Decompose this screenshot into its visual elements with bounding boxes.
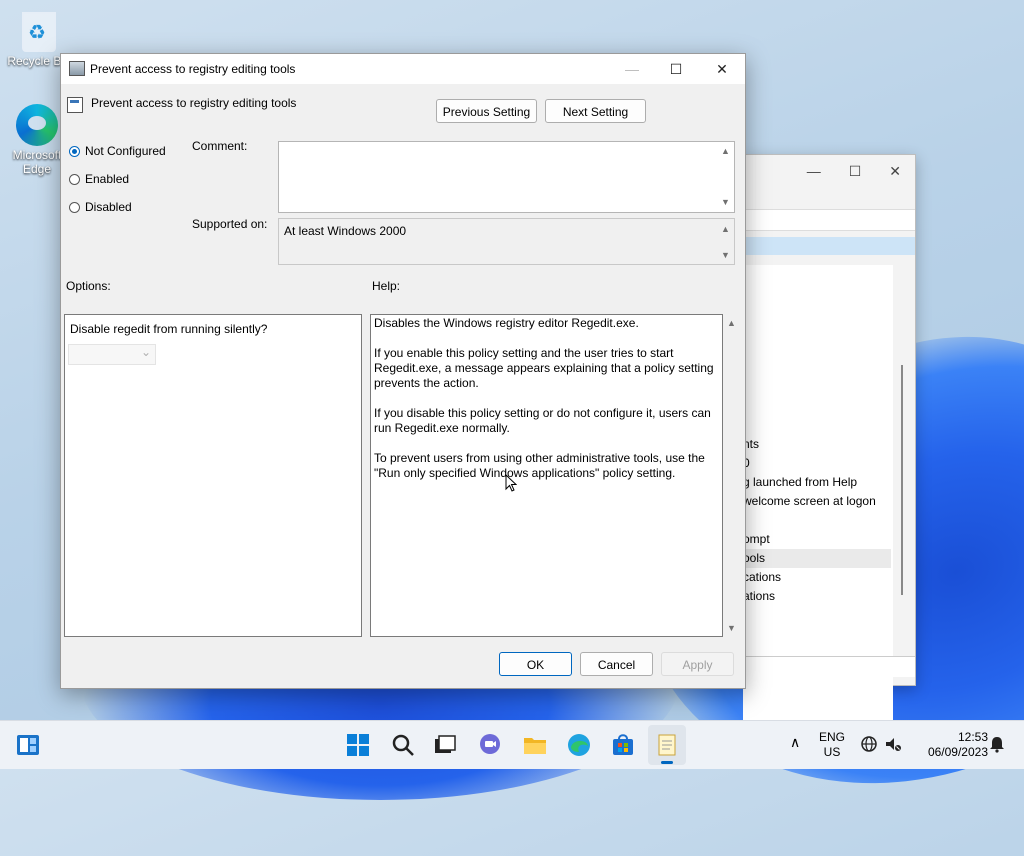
- background-window-statusbar: [743, 656, 915, 677]
- edge-taskbar-icon[interactable]: [567, 733, 591, 757]
- maximize-button[interactable]: ☐: [653, 54, 699, 84]
- radio-disabled[interactable]: Disabled: [69, 200, 132, 214]
- chat-icon[interactable]: [478, 733, 502, 757]
- supported-on-field: At least Windows 2000: [278, 218, 735, 265]
- close-icon[interactable]: ✕: [889, 163, 901, 180]
- network-icon[interactable]: [860, 735, 878, 757]
- supported-on-value: At least Windows 2000: [284, 224, 407, 238]
- minimize-icon[interactable]: —: [807, 163, 821, 179]
- radio-label: Disabled: [85, 200, 132, 214]
- help-paragraph: If you disable this policy setting or do…: [374, 406, 711, 435]
- dialog-title: Prevent access to registry editing tools: [90, 62, 296, 76]
- help-label: Help:: [372, 279, 401, 293]
- radio-label: Not Configured: [85, 144, 166, 158]
- cancel-button[interactable]: Cancel: [580, 652, 653, 676]
- active-indicator: [661, 761, 673, 764]
- widgets-icon[interactable]: [16, 733, 40, 757]
- notepad-icon: [655, 733, 679, 757]
- help-scroll-up-icon[interactable]: ▲: [727, 318, 736, 328]
- scroll-up-icon[interactable]: ▲: [721, 224, 730, 234]
- notepad-taskbar-button[interactable]: [648, 725, 686, 765]
- radio-label: Enabled: [85, 172, 130, 186]
- next-setting-button[interactable]: Next Setting: [545, 99, 646, 123]
- start-icon[interactable]: [346, 733, 370, 757]
- clock-time: 12:53: [957, 730, 988, 744]
- apply-button[interactable]: Apply: [661, 652, 734, 676]
- language-indicator[interactable]: ENG US: [814, 730, 850, 760]
- ok-button[interactable]: OK: [499, 652, 572, 676]
- policy-setting-icon: [67, 97, 83, 113]
- volume-muted-icon[interactable]: [884, 735, 902, 757]
- comment-field[interactable]: [278, 141, 735, 213]
- options-label: Options:: [66, 279, 111, 293]
- radio-indicator: [69, 173, 80, 185]
- taskbar: ∧ ENG US 12:53 06/09/2023: [0, 720, 1024, 769]
- silent-regedit-select[interactable]: [68, 344, 156, 365]
- radio-indicator: [69, 201, 80, 213]
- scroll-up-icon[interactable]: ▲: [721, 146, 730, 156]
- maximize-icon[interactable]: ☐: [849, 163, 862, 180]
- help-text: Disables the Windows registry editor Reg…: [374, 316, 719, 496]
- previous-setting-button[interactable]: Previous Setting: [436, 99, 537, 123]
- show-hidden-icons-chevron-icon[interactable]: ∧: [790, 735, 800, 750]
- scroll-down-icon[interactable]: ▼: [721, 197, 730, 207]
- store-icon[interactable]: [611, 733, 635, 757]
- setting-list: nts 0 g launched from Help welcome scree…: [743, 265, 893, 720]
- clock-date: 06/09/2023: [927, 745, 988, 759]
- background-window-selected-row: [743, 237, 915, 255]
- radio-indicator: [69, 145, 80, 157]
- option-question: Disable regedit from running silently?: [70, 322, 268, 336]
- background-window[interactable]: — ☐ ✕ nts 0 g launched from Help welcome…: [742, 154, 916, 720]
- language-bottom: US: [823, 745, 841, 759]
- list-item[interactable]: welcome screen at logon: [743, 492, 876, 511]
- dialog-titlebar: Prevent access to registry editing tools…: [61, 54, 745, 84]
- list-item[interactable]: ools: [743, 549, 891, 568]
- list-item[interactable]: g launched from Help: [743, 473, 857, 492]
- notification-icon[interactable]: [988, 735, 1006, 757]
- file-explorer-icon[interactable]: [523, 733, 547, 757]
- language-top: ENG: [818, 730, 845, 744]
- help-scroll-down-icon[interactable]: ▼: [727, 623, 736, 633]
- policy-setting-dialog: Prevent access to registry editing tools…: [60, 53, 746, 689]
- clock[interactable]: 12:53 06/09/2023: [912, 730, 988, 760]
- list-item[interactable]: cations: [743, 568, 781, 587]
- list-item[interactable]: ompt: [743, 530, 770, 549]
- background-window-toolbar: [743, 209, 915, 231]
- minimize-button[interactable]: —: [609, 54, 655, 84]
- scroll-down-icon[interactable]: ▼: [721, 250, 730, 260]
- policy-name: Prevent access to registry editing tools: [91, 96, 297, 110]
- comment-label: Comment:: [192, 139, 248, 153]
- edge-icon: [16, 104, 58, 146]
- mouse-cursor-icon: [505, 474, 517, 492]
- background-window-titlebar: — ☐ ✕: [743, 155, 915, 187]
- recycle-bin-icon: [22, 12, 56, 52]
- help-paragraph: If you enable this policy setting and th…: [374, 346, 714, 390]
- supported-on-label: Supported on:: [192, 217, 268, 231]
- close-button[interactable]: ✕: [699, 54, 745, 84]
- radio-enabled[interactable]: Enabled: [69, 172, 129, 186]
- policy-app-icon: [69, 61, 85, 76]
- task-view-icon[interactable]: [433, 733, 457, 757]
- list-item[interactable]: ations: [743, 587, 775, 606]
- radio-not-configured[interactable]: Not Configured: [69, 144, 166, 158]
- help-paragraph: To prevent users from using other admini…: [374, 451, 705, 480]
- search-icon[interactable]: [391, 733, 415, 757]
- help-paragraph: Disables the Windows registry editor Reg…: [374, 316, 639, 330]
